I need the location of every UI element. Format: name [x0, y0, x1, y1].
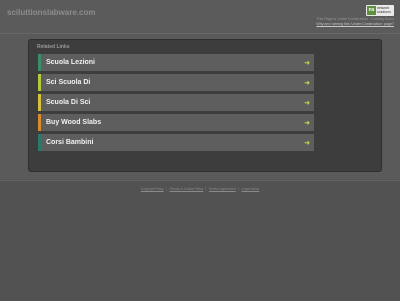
- related-link[interactable]: Scuola Di Sci ➜: [38, 94, 314, 111]
- domain-name: sciluttionslabware.com: [7, 8, 96, 17]
- brand-line-2: solutions: [377, 10, 391, 14]
- related-link[interactable]: Sci Scuola Di ➜: [38, 74, 314, 91]
- link-color-bar: [38, 74, 41, 91]
- footer-links: Copyright Policy | Privacy & Cookie Polic…: [0, 187, 400, 191]
- related-link-label: Scuola Lezioni: [46, 59, 96, 66]
- arrow-right-icon: ➜: [304, 79, 310, 87]
- related-link[interactable]: Scuola Lezioni ➜: [38, 54, 314, 71]
- related-links-list: Scuola Lezioni ➜ Sci Scuola Di ➜ Scuola …: [38, 54, 314, 154]
- arrow-right-icon: ➜: [304, 99, 310, 107]
- footer-link-privacy[interactable]: Privacy & Cookie Policy: [169, 187, 203, 191]
- arrow-right-icon: ➜: [304, 139, 310, 147]
- footer-separator: |: [237, 187, 239, 191]
- footer-separator: |: [205, 187, 206, 191]
- footer: Copyright Policy | Privacy & Cookie Polic…: [0, 180, 400, 301]
- arrow-right-icon: ➜: [304, 59, 310, 67]
- why-link[interactable]: Why am I seeing this 'Under Construction…: [244, 22, 394, 27]
- network-solutions-logo[interactable]: ns network solutions: [366, 5, 394, 16]
- brand-text: network solutions: [377, 6, 391, 14]
- arrow-right-icon: ➜: [304, 119, 310, 127]
- footer-link-copyright[interactable]: Copyright Policy: [141, 187, 164, 191]
- related-link-label: Sci Scuola Di: [46, 79, 91, 86]
- main-content: Related Links Scuola Lezioni ➜ Sci Scuol…: [0, 34, 400, 179]
- footer-separator: |: [165, 187, 167, 191]
- top-bar: sciluttionslabware.com ns network soluti…: [0, 0, 400, 34]
- link-color-bar: [38, 54, 41, 71]
- related-link[interactable]: Buy Wood Slabs ➜: [38, 114, 314, 131]
- link-color-bar: [38, 114, 41, 131]
- related-links-title: Related Links: [37, 44, 70, 50]
- related-link-label: Scuola Di Sci: [46, 99, 91, 106]
- footer-link-service[interactable]: Service Agreement: [209, 187, 236, 191]
- related-link-label: Corsi Bambini: [46, 139, 94, 146]
- related-link-label: Buy Wood Slabs: [46, 119, 102, 126]
- footer-link-legal[interactable]: Legal Notice: [242, 187, 260, 191]
- link-color-bar: [38, 134, 41, 151]
- brand-mark-icon: ns: [367, 6, 376, 15]
- related-link[interactable]: Corsi Bambini ➜: [38, 134, 314, 151]
- link-color-bar: [38, 94, 41, 111]
